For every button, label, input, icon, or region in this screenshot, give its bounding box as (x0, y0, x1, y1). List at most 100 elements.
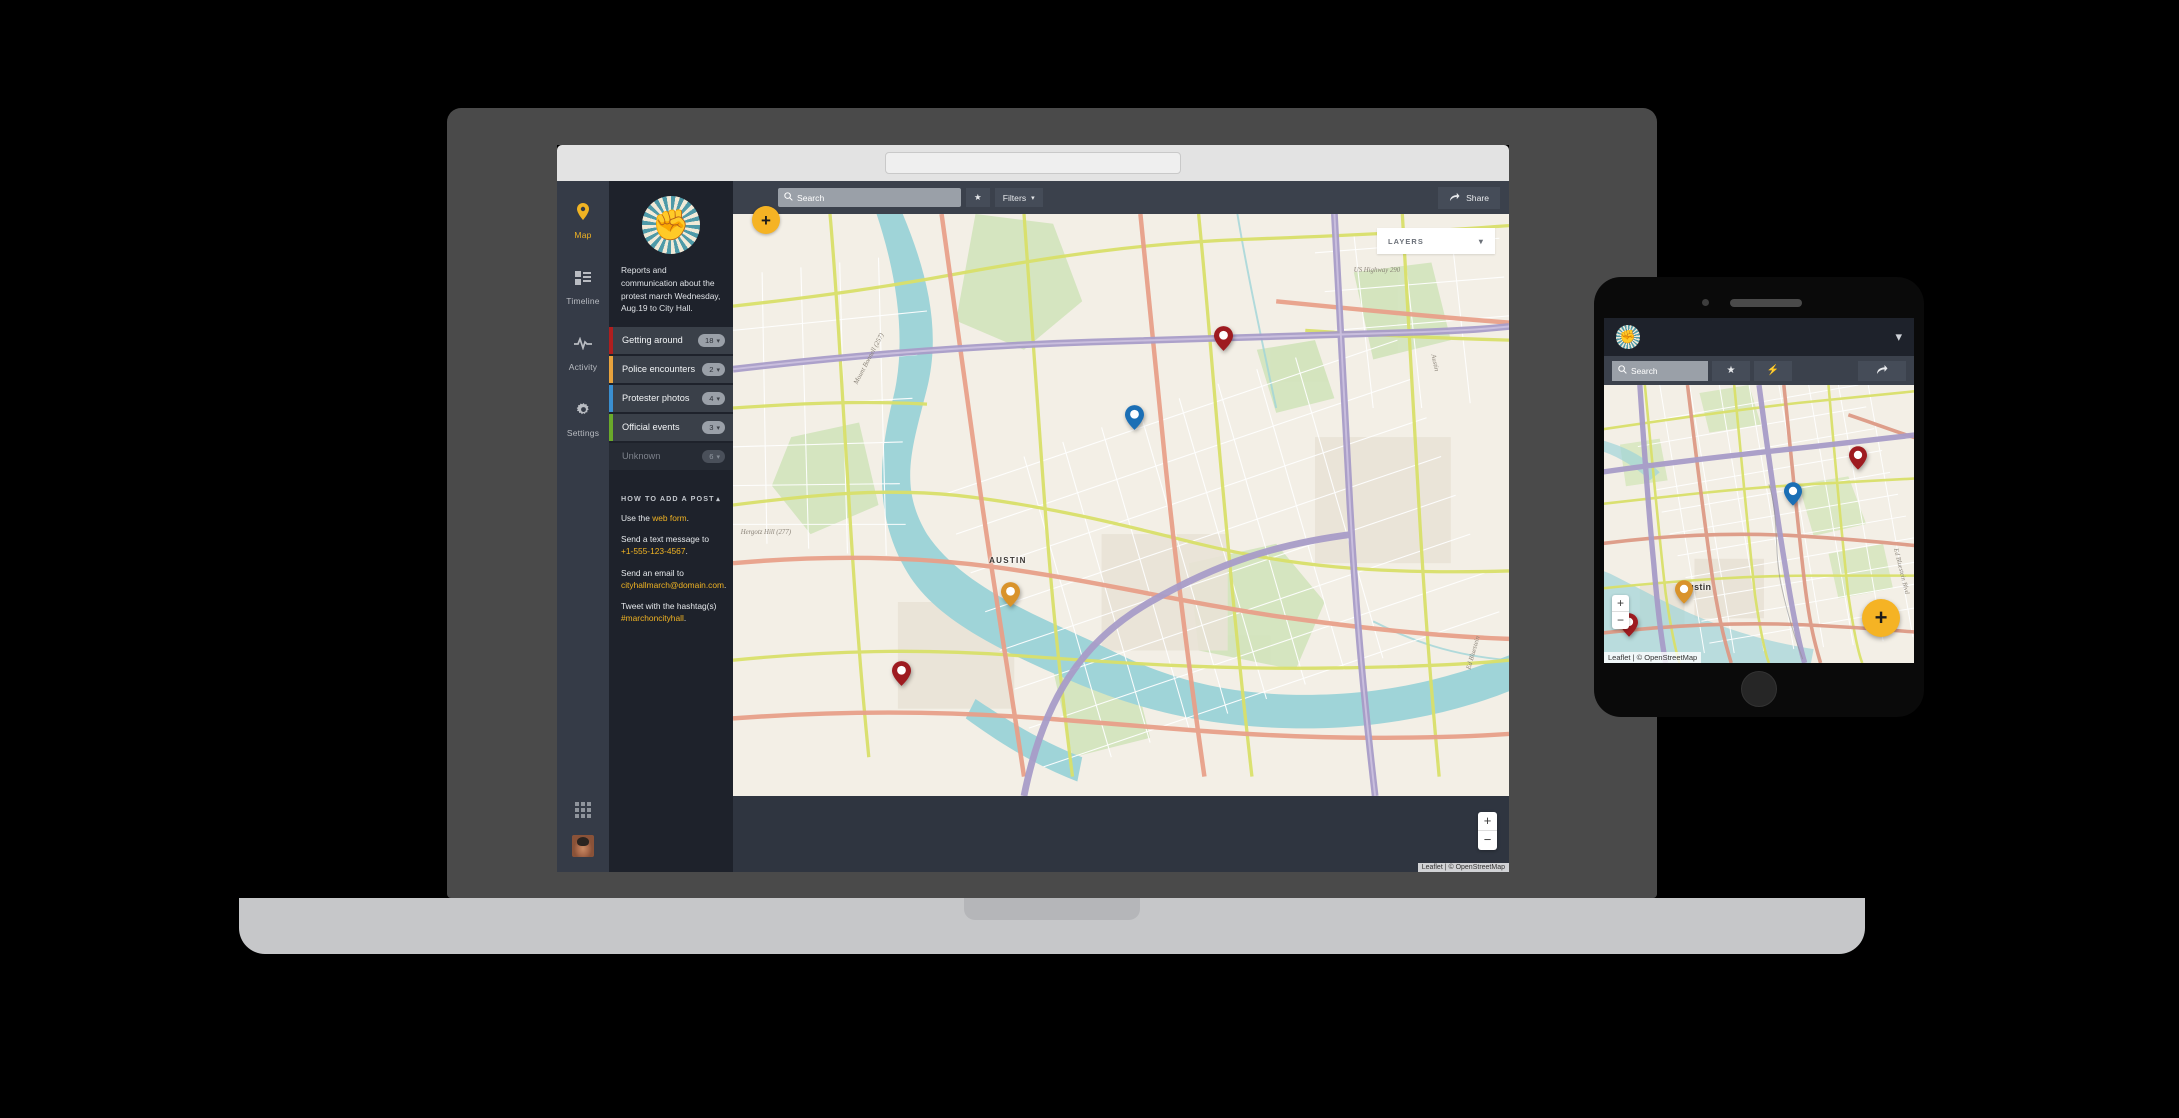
phone-map-zoom-controls: + − (1612, 595, 1629, 629)
category-count-badge[interactable]: 3 ▾ (702, 421, 725, 435)
zoom-out-button[interactable]: − (1478, 831, 1497, 850)
chevron-down-icon: ▾ (716, 424, 720, 432)
phone-screen: ✊ ▾ Search ★ ⚡ Ed Bluestein Blvd Austin … (1604, 318, 1914, 663)
howto-text: Send an email to (621, 567, 684, 578)
desktop-app: Map Timeline Activity Settings ✊ Reports… (557, 181, 1509, 872)
search-placeholder-text: Search (1631, 365, 1658, 376)
add-post-fab[interactable]: + (752, 206, 780, 234)
chevron-down-icon: ▾ (716, 395, 720, 403)
category-label: Police encounters (622, 363, 696, 374)
category-count: 6 (709, 452, 714, 462)
category-label: Unknown (622, 450, 661, 461)
chevron-down-icon[interactable]: ▾ (1895, 329, 1902, 345)
phone-header: ✊ ▾ (1604, 318, 1914, 356)
phone-toolbar: Search ★ ⚡ (1604, 356, 1914, 385)
howto-text: . (724, 579, 727, 590)
search-input[interactable]: Search (1612, 360, 1708, 381)
zoom-in-button[interactable]: + (1612, 595, 1629, 612)
category-count-badge[interactable]: 18 ▾ (698, 334, 725, 348)
laptop-device: Map Timeline Activity Settings ✊ Reports… (239, 108, 1865, 954)
chevron-down-icon: ▾ (716, 337, 720, 345)
category-count-badge[interactable]: 4 ▾ (702, 392, 725, 406)
category-label: Official events (622, 421, 680, 432)
chevron-up-icon[interactable]: ▴ (716, 494, 721, 503)
user-avatar[interactable] (572, 835, 594, 857)
category-row-unknown[interactable]: Unknown 6 ▾ (609, 443, 733, 471)
zoom-in-button[interactable]: + (1478, 812, 1497, 831)
howto-text: . (683, 613, 687, 624)
browser-url-bar[interactable] (885, 152, 1181, 174)
how-to-add-post-section: HOW TO ADD A POST ▴ Use the web form. Se… (609, 484, 733, 872)
raised-fist-logo: ✊ (1616, 325, 1640, 349)
category-row-protester-photos[interactable]: Protester photos 4 ▾ (609, 385, 733, 413)
map-zoom-controls: + − (1478, 812, 1497, 850)
nav-item-activity[interactable]: Activity (557, 327, 609, 381)
map-pin-3[interactable] (1675, 579, 1694, 604)
zoom-out-button[interactable]: − (1612, 612, 1629, 629)
sms-number-link[interactable]: +1-555-123-4567 (621, 546, 686, 556)
phone-camera (1702, 299, 1709, 306)
saved-filters-button[interactable]: ★ (1712, 360, 1750, 381)
left-panel: ✊ Reports and communication about the pr… (609, 181, 733, 872)
phone-map-viewport[interactable]: Ed Bluestein Blvd Austin + − + Leaflet |… (1604, 385, 1914, 663)
map-pin-getting-around-2[interactable] (892, 661, 912, 687)
howto-text: Tweet with the hashtag(s) (621, 601, 717, 611)
map-pin-1[interactable] (1848, 446, 1867, 470)
phone-home-button[interactable] (1741, 671, 1777, 707)
nav-item-timeline[interactable]: Timeline (557, 261, 609, 315)
nav-item-map[interactable]: Map (557, 195, 609, 249)
category-row-getting-around[interactable]: Getting around 18 ▾ (609, 327, 733, 355)
category-count-badge[interactable]: 6 ▾ (702, 450, 725, 464)
saved-filters-button[interactable]: ★ (966, 188, 990, 207)
star-icon: ★ (974, 192, 982, 202)
search-input[interactable]: Search (778, 188, 961, 207)
howto-text: Send a text message to (621, 534, 709, 545)
phone-speaker (1730, 299, 1802, 307)
svg-text:US Highway 290: US Highway 290 (1354, 267, 1401, 274)
nav-label-settings: Settings (566, 428, 600, 438)
raised-fist-logo: ✊ (642, 196, 700, 254)
add-post-fab[interactable]: + (1862, 599, 1900, 637)
nav-label-timeline: Timeline (566, 296, 600, 306)
how-to-title: HOW TO ADD A POST (621, 494, 715, 504)
activity-button[interactable]: ⚡ (1754, 360, 1792, 381)
filters-button[interactable]: Filters ▾ (994, 188, 1043, 207)
category-count: 4 (709, 394, 714, 404)
nav-rail: Map Timeline Activity Settings (557, 181, 609, 872)
map-pin-getting-around-1[interactable] (1214, 326, 1234, 351)
map-viewport[interactable]: Mount Bonnell (257) Hergotz Hill (277) A… (733, 214, 1509, 872)
search-icon (784, 192, 793, 203)
browser-chrome (557, 145, 1509, 181)
screenshot-stage: Map Timeline Activity Settings ✊ Reports… (0, 0, 2179, 1118)
map-pin-protester-photos-1[interactable] (1124, 404, 1144, 430)
search-icon (1618, 365, 1627, 376)
map-column: Search ★ Filters ▾ Share + Mount Bonnell… (733, 181, 1509, 872)
nav-label-activity: Activity (568, 362, 598, 372)
web-form-link[interactable]: web form (652, 513, 686, 523)
share-arrow-icon (1876, 364, 1888, 378)
laptop-screen: Map Timeline Activity Settings ✊ Reports… (557, 145, 1509, 872)
filters-label: Filters (1002, 192, 1027, 203)
apps-grid-icon[interactable] (575, 802, 591, 823)
category-list: Getting around 18 ▾ Police encounters 2 … (609, 327, 733, 472)
category-row-police-encounters[interactable]: Police encounters 2 ▾ (609, 356, 733, 384)
plus-icon: + (761, 210, 771, 230)
layers-dropdown[interactable]: LAYERS ▾ (1377, 228, 1495, 254)
nav-item-settings[interactable]: Settings (557, 393, 609, 447)
map-pin-police-encounters-1[interactable] (1000, 582, 1020, 608)
activity-pulse-icon (557, 335, 609, 353)
panel-header: ✊ (609, 181, 733, 264)
share-button[interactable] (1858, 360, 1906, 381)
share-button[interactable]: Share (1438, 186, 1500, 209)
deployment-description: Reports and communication about the prot… (621, 265, 721, 314)
star-icon: ★ (1726, 365, 1736, 376)
category-row-official-events[interactable]: Official events 3 ▾ (609, 414, 733, 442)
chevron-down-icon: ▾ (1478, 236, 1484, 246)
how-to-header[interactable]: HOW TO ADD A POST ▴ (621, 494, 721, 503)
category-count-badge[interactable]: 2 ▾ (702, 363, 725, 377)
hashtag-link[interactable]: #marchoncityhall (621, 613, 684, 623)
email-link[interactable]: cityhallmarch@domain.com (621, 580, 724, 590)
lightning-bolt-icon: ⚡ (1766, 365, 1780, 376)
nav-rail-bottom (557, 802, 609, 862)
map-pin-2[interactable] (1783, 482, 1802, 506)
